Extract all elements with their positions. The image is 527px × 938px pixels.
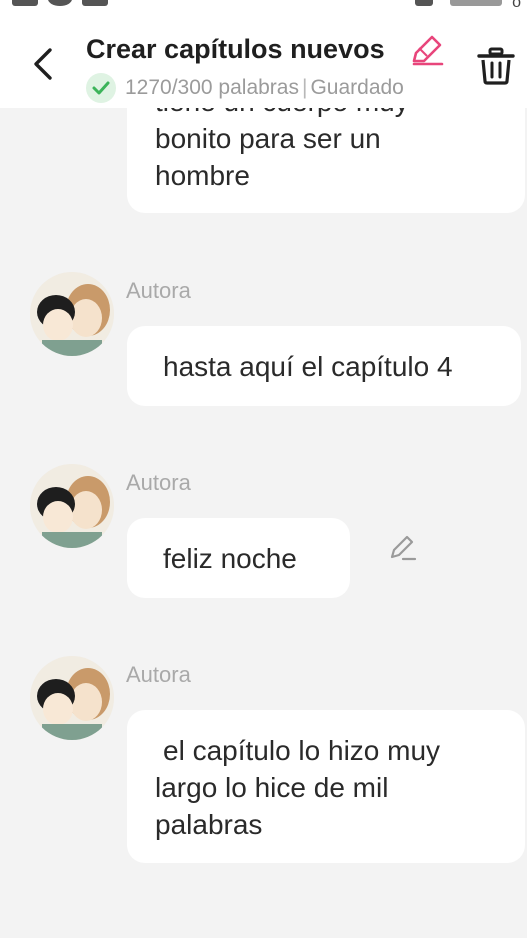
message-line: bonito para ser un — [155, 123, 381, 154]
back-chevron-left-icon[interactable] — [28, 46, 58, 82]
avatar[interactable] — [30, 464, 114, 548]
saved-status-check-icon — [86, 73, 116, 103]
word-count-status: 1270/300 palabras | Guardado — [125, 76, 443, 100]
edit-message-pencil-icon[interactable] — [388, 533, 418, 563]
author-name: Autora — [126, 470, 191, 495]
chapter-message-feed[interactable]: tiene un cuerpo muy bonito para ser un h… — [0, 0, 527, 938]
message-text: feliz noche — [163, 543, 297, 574]
author-name: Autora — [126, 278, 191, 303]
status-separator: | — [301, 76, 308, 99]
save-status: Guardado — [310, 76, 404, 99]
page-title[interactable]: Crear capítulos nuevos — [86, 34, 385, 65]
word-count: 1270/300 palabras — [125, 76, 299, 99]
message-bubble[interactable]: el capítulo lo hizo muy largo lo hice de… — [127, 710, 525, 863]
message-line: hombre — [155, 160, 250, 191]
message-text: el capítulo lo hizo muy largo lo hice de… — [155, 732, 440, 843]
delete-trash-icon[interactable] — [476, 46, 516, 86]
message-bubble[interactable]: feliz noche — [127, 518, 350, 598]
message-line: largo lo hice de mil — [155, 772, 389, 803]
avatar-illustration — [30, 272, 114, 356]
avatar-illustration — [30, 656, 114, 740]
avatar[interactable] — [30, 656, 114, 740]
editor-header: Crear capítulos nuevos 1270/300 palabras… — [0, 12, 527, 108]
author-name: Autora — [126, 662, 191, 687]
message-line: palabras — [155, 809, 263, 840]
edit-title-pencil-icon[interactable] — [410, 34, 444, 68]
message-text: hasta aquí el capítulo 4 — [163, 351, 453, 382]
message-bubble[interactable]: hasta aquí el capítulo 4 — [127, 326, 521, 406]
avatar-illustration — [30, 464, 114, 548]
message-line: el capítulo lo hizo muy — [163, 735, 441, 766]
avatar[interactable] — [30, 272, 114, 356]
